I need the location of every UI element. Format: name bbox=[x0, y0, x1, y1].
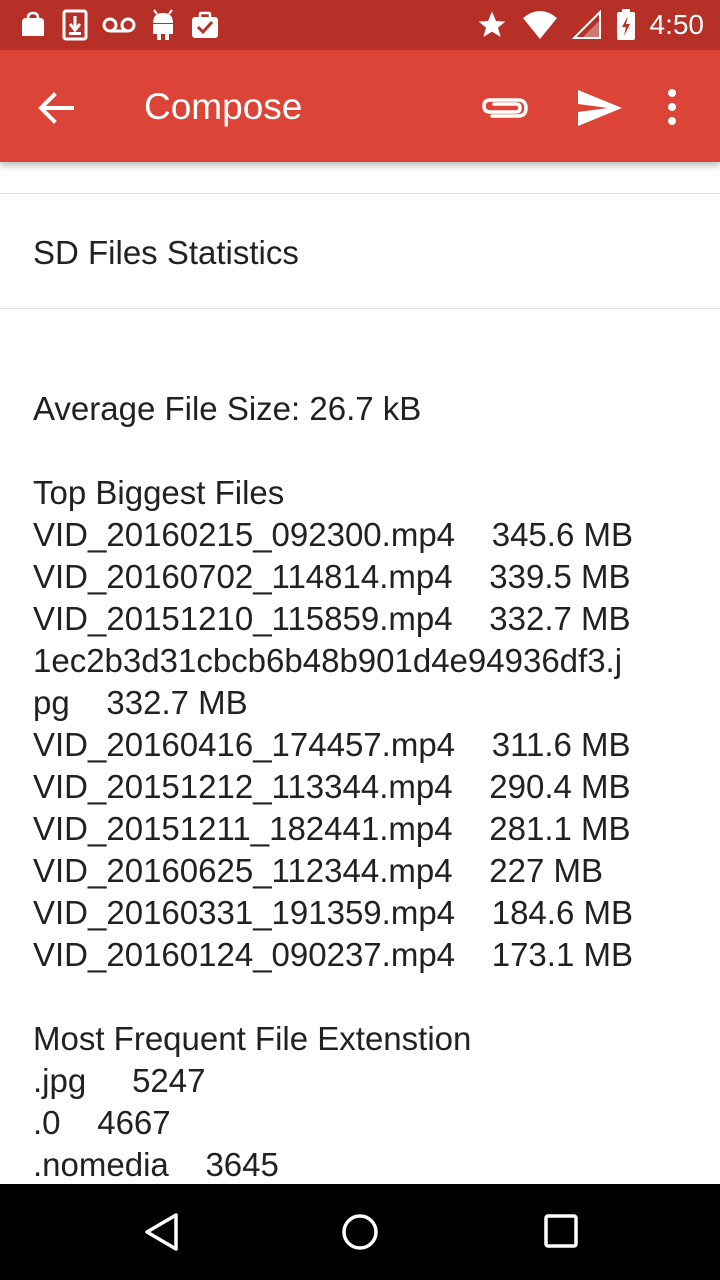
list-item: VID_20160124_090237.mp4 173.1 MB bbox=[33, 934, 693, 976]
nav-back-button[interactable] bbox=[140, 1210, 184, 1254]
divider bbox=[0, 308, 720, 309]
arrow-back-icon bbox=[38, 92, 74, 124]
file-name: VID_20160215_092300.mp4 bbox=[33, 516, 456, 553]
file-size: 173.1 MB bbox=[491, 936, 633, 973]
file-name: 1ec2b3d31cbcb6b48b901d4e94936df3.j bbox=[33, 642, 623, 679]
list-item: VID_20160215_092300.mp4 345.6 MB bbox=[33, 514, 693, 556]
list-item: VID_20151211_182441.mp4 281.1 MB bbox=[33, 808, 693, 850]
wifi-icon bbox=[522, 11, 557, 39]
file-size: 290.4 MB bbox=[489, 768, 631, 805]
extension-heading: Most Frequent File Extenstion bbox=[33, 1020, 472, 1057]
list-item: VID_20160702_114814.mp4 339.5 MB bbox=[33, 556, 693, 598]
system-icons: 4:50 bbox=[476, 8, 705, 42]
message-body[interactable]: Average File Size: 26.7 kB Top Biggest F… bbox=[33, 388, 693, 1186]
attach-button[interactable] bbox=[478, 86, 532, 130]
list-item: VID_20160416_174457.mp4 311.6 MB bbox=[33, 724, 693, 766]
app-bar: Compose bbox=[0, 50, 720, 162]
clipboard-check-icon bbox=[192, 11, 218, 38]
list-item: 1ec2b3d31cbcb6b48b901d4e94936df3.j bbox=[33, 640, 693, 682]
biggest-files-heading: Top Biggest Files bbox=[33, 474, 285, 511]
notification-icons bbox=[18, 9, 220, 41]
list-item: .nomedia 3645 bbox=[33, 1144, 693, 1186]
status-time: 4:50 bbox=[649, 9, 705, 40]
star-icon bbox=[478, 11, 505, 37]
file-name: VID_20160124_090237.mp4 bbox=[33, 936, 456, 973]
send-button[interactable] bbox=[574, 84, 626, 132]
triangle-back-icon bbox=[145, 1213, 178, 1251]
average-file-size: Average File Size: 26.7 kB bbox=[33, 390, 422, 427]
extension-count: 3645 bbox=[205, 1146, 279, 1183]
file-size: 184.6 MB bbox=[491, 894, 633, 931]
subject-field[interactable]: SD Files Statistics bbox=[33, 232, 299, 274]
file-size: 332.7 MB bbox=[489, 600, 631, 637]
divider bbox=[0, 193, 720, 194]
file-name: VID_20160416_174457.mp4 bbox=[33, 726, 456, 763]
file-size: 345.6 MB bbox=[491, 516, 633, 553]
file-size: 311.6 MB bbox=[491, 726, 631, 763]
list-item: pg 332.7 MB bbox=[33, 682, 693, 724]
page-title: Compose bbox=[144, 86, 303, 127]
voicemail-icon bbox=[102, 17, 136, 33]
list-item: .0 4667 bbox=[33, 1102, 693, 1144]
extension-name: .jpg bbox=[33, 1062, 87, 1099]
file-name: VID_20151211_182441.mp4 bbox=[33, 810, 453, 847]
download-icon bbox=[62, 9, 88, 41]
file-name: VID_20160625_112344.mp4 bbox=[33, 852, 453, 889]
paperclip-icon bbox=[482, 98, 528, 118]
signal-icon bbox=[571, 10, 601, 39]
file-name: pg bbox=[33, 684, 70, 721]
nav-home-button[interactable] bbox=[338, 1210, 382, 1254]
send-icon bbox=[578, 90, 622, 126]
file-name: VID_20151212_113344.mp4 bbox=[33, 768, 453, 805]
more-vert-icon bbox=[668, 89, 676, 125]
file-name: VID_20160331_191359.mp4 bbox=[33, 894, 456, 931]
extension-count: 4667 bbox=[97, 1104, 171, 1141]
more-options-button[interactable] bbox=[656, 84, 688, 132]
navigation-bar bbox=[0, 1184, 720, 1280]
list-item: VID_20160331_191359.mp4 184.6 MB bbox=[33, 892, 693, 934]
android-icon bbox=[153, 9, 173, 40]
list-item: VID_20151210_115859.mp4 332.7 MB bbox=[33, 598, 693, 640]
file-size: 332.7 MB bbox=[106, 684, 248, 721]
extension-name: .nomedia bbox=[33, 1146, 169, 1183]
file-size: 227 MB bbox=[489, 852, 603, 889]
file-size: 281.1 MB bbox=[489, 810, 631, 847]
file-name: VID_20151210_115859.mp4 bbox=[33, 600, 453, 637]
list-item: .jpg 5247 bbox=[33, 1060, 693, 1102]
back-button[interactable] bbox=[34, 86, 78, 130]
circle-home-icon bbox=[342, 1214, 378, 1250]
battery-charging-icon bbox=[616, 9, 635, 40]
extension-name: .0 bbox=[33, 1104, 61, 1141]
bag-icon bbox=[22, 11, 44, 36]
file-size: 339.5 MB bbox=[489, 558, 631, 595]
status-bar: 4:50 bbox=[0, 0, 720, 50]
square-recents-icon bbox=[544, 1214, 578, 1248]
extension-count: 5247 bbox=[132, 1062, 206, 1099]
nav-recents-button[interactable] bbox=[540, 1210, 584, 1254]
list-item: VID_20151212_113344.mp4 290.4 MB bbox=[33, 766, 693, 808]
list-item: VID_20160625_112344.mp4 227 MB bbox=[33, 850, 693, 892]
file-name: VID_20160702_114814.mp4 bbox=[33, 558, 453, 595]
